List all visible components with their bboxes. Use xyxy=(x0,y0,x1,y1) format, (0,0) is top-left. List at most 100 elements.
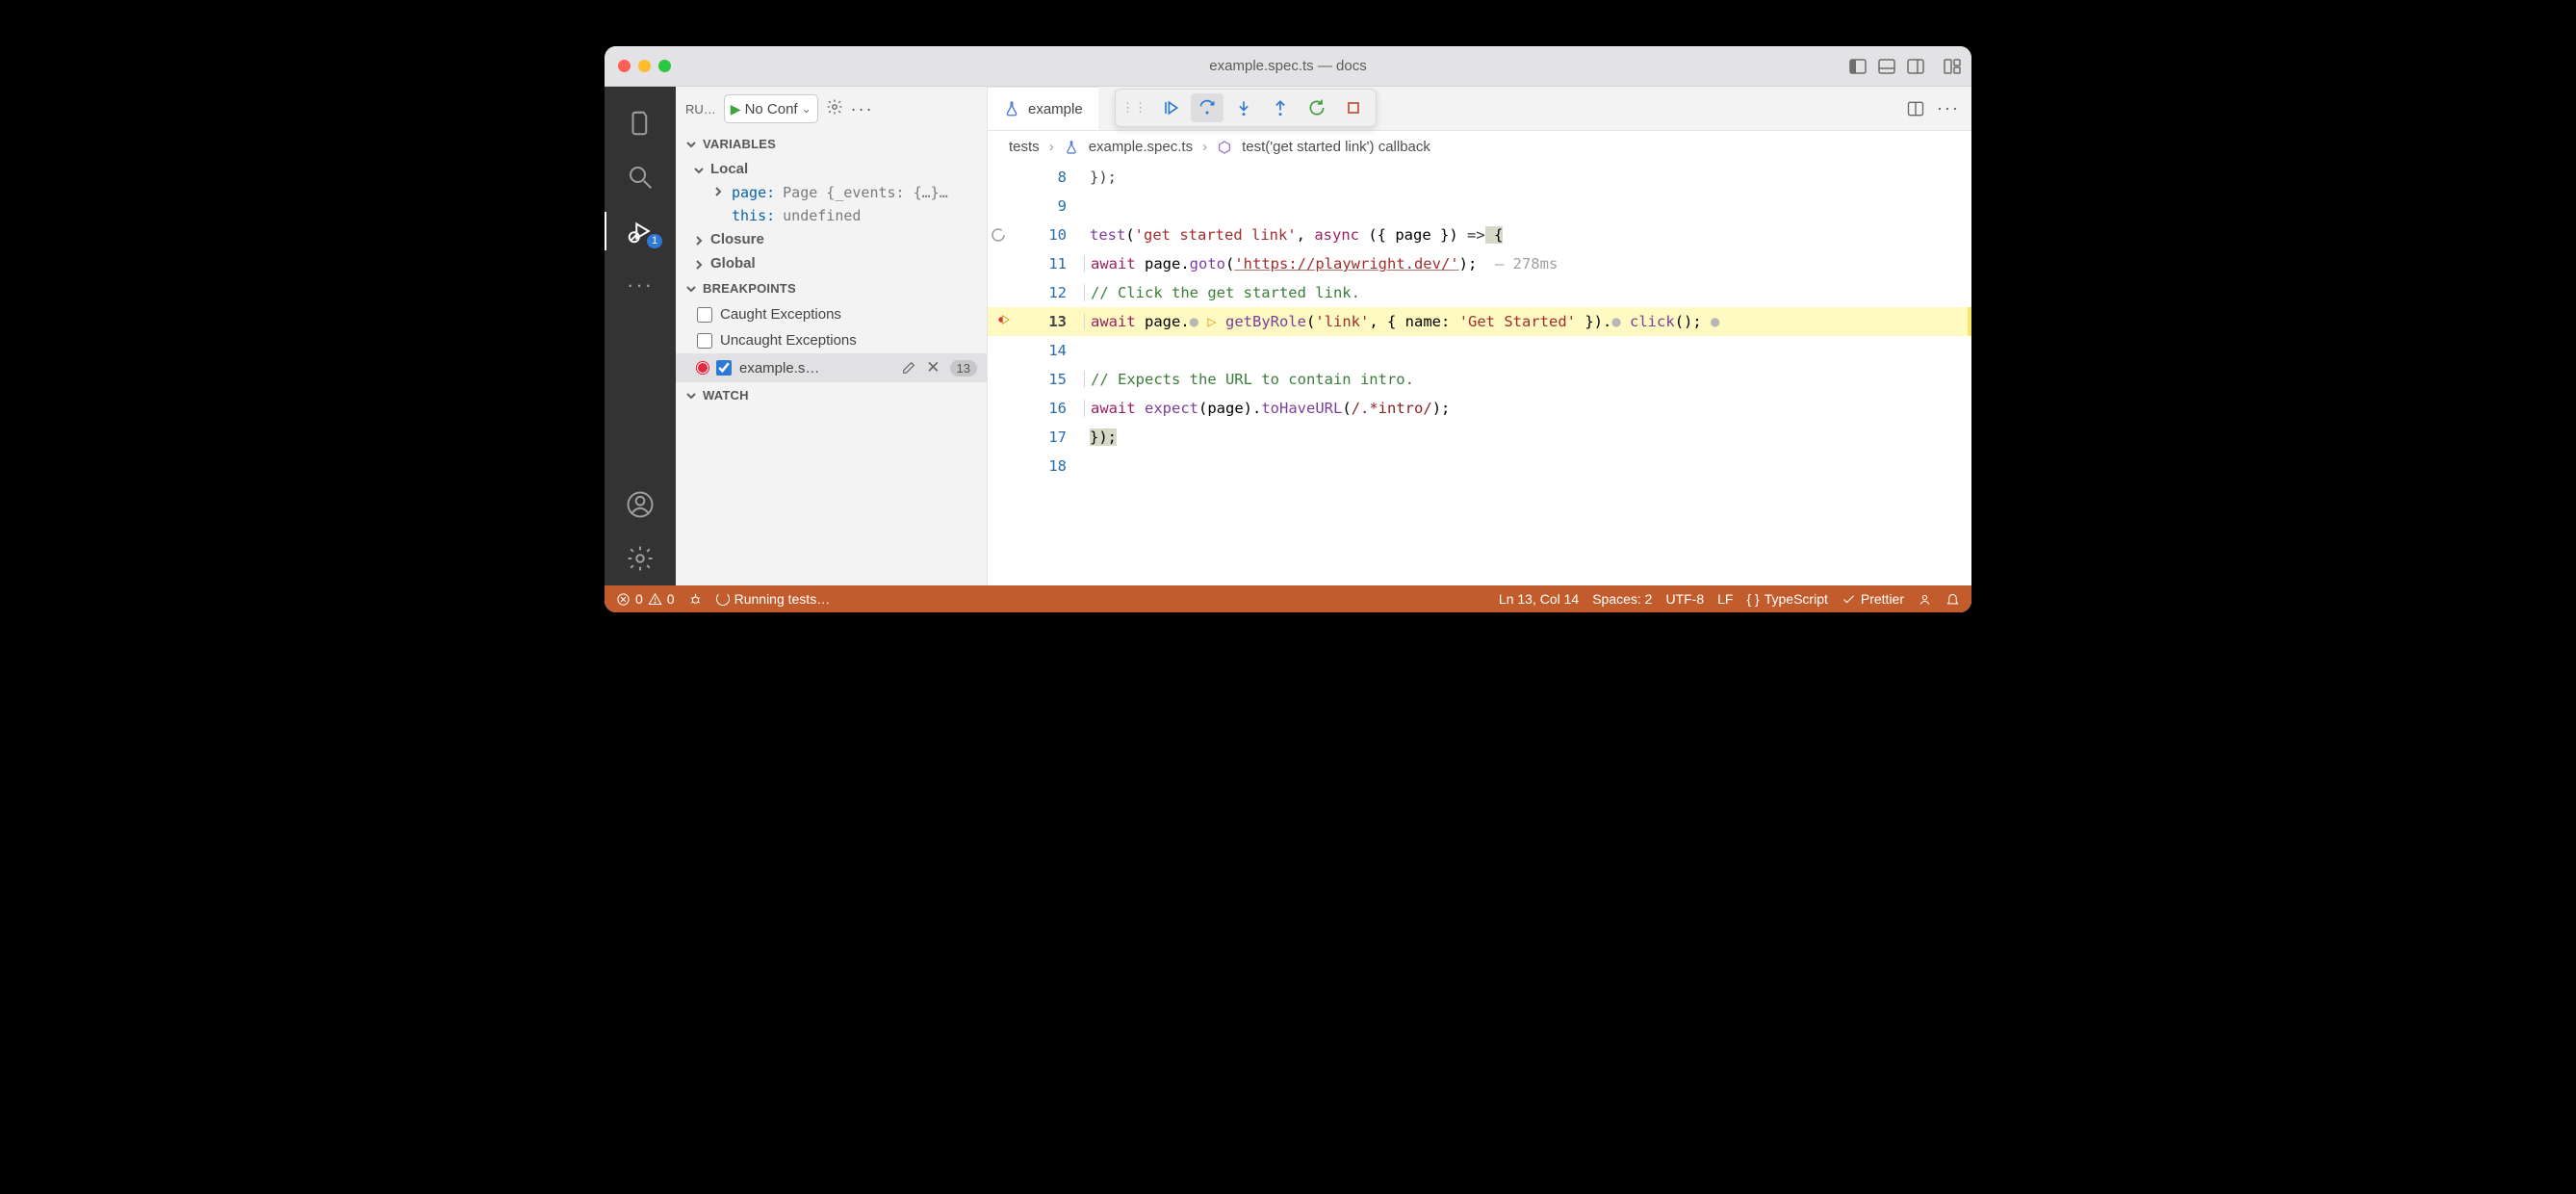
restart-button[interactable] xyxy=(1301,93,1333,122)
locator-icon: ▷ xyxy=(1207,313,1225,330)
tab-bar: example ⋮⋮ xyxy=(988,87,1971,131)
remove-breakpoint[interactable]: ✕ xyxy=(926,358,940,377)
step-out-button[interactable] xyxy=(1264,93,1297,122)
flask-icon xyxy=(1064,140,1079,155)
gear-icon[interactable] xyxy=(826,98,843,119)
breakpoints-section[interactable]: BREAKPOINTS xyxy=(676,275,987,301)
spinner-icon xyxy=(716,592,730,606)
panel-title: RU… xyxy=(685,102,716,117)
chevron-right-icon: › xyxy=(1049,139,1054,155)
chevron-down-icon xyxy=(685,283,697,295)
panel-left-icon[interactable] xyxy=(1848,58,1868,75)
customize-layout-icon[interactable] xyxy=(1943,58,1962,75)
line-number[interactable]: 12 xyxy=(1040,284,1067,301)
step-over-button[interactable] xyxy=(1191,93,1224,122)
chevron-right-icon xyxy=(693,258,705,270)
crumb-file[interactable]: example.spec.ts xyxy=(1089,139,1193,155)
variable-row-page[interactable]: page: Page {_events: {…}… xyxy=(693,181,987,204)
inline-value-dot-icon: ● xyxy=(1611,313,1630,330)
flask-icon xyxy=(1003,100,1020,117)
debug-toolbar[interactable]: ⋮⋮ xyxy=(1115,89,1377,127)
breakpoint-uncaught-exceptions[interactable]: Uncaught Exceptions xyxy=(676,327,987,353)
breakpoint-current-icon[interactable] xyxy=(997,313,1011,326)
caught-checkbox[interactable] xyxy=(697,307,712,323)
variable-row-this[interactable]: this: undefined xyxy=(693,204,987,227)
watch-section[interactable]: WATCH xyxy=(676,382,987,408)
tab-example-spec[interactable]: example xyxy=(988,87,1098,130)
grip-icon[interactable]: ⋮⋮ xyxy=(1121,100,1150,116)
breakpoint-file-row[interactable]: example.s… ✕ 13 xyxy=(676,353,987,382)
play-icon: ▶ xyxy=(731,101,741,117)
activity-account[interactable] xyxy=(605,478,676,532)
step-into-button[interactable] xyxy=(1227,93,1260,122)
status-debug[interactable] xyxy=(688,592,703,607)
line-number[interactable]: 17 xyxy=(1040,428,1067,446)
edit-icon[interactable] xyxy=(901,360,916,376)
debug-header: RU… ▶ No Conf ⌄ ··· xyxy=(676,87,987,131)
titlebar-layout-controls xyxy=(1848,58,1962,75)
line-number[interactable]: 11 xyxy=(1040,255,1067,273)
chevron-down-icon xyxy=(685,139,697,150)
local-scope[interactable]: Local xyxy=(693,157,987,181)
status-bar: 0 0 Running tests… Ln 13, Col 14 Spaces:… xyxy=(605,585,1971,612)
panel-bottom-icon[interactable] xyxy=(1877,58,1896,75)
line-number[interactable]: 16 xyxy=(1040,400,1067,417)
activity-more[interactable]: ··· xyxy=(605,258,676,312)
status-problems[interactable]: 0 0 xyxy=(616,591,675,607)
activity-search[interactable] xyxy=(605,150,676,204)
activity-settings[interactable] xyxy=(605,532,676,585)
status-language[interactable]: { } TypeScript xyxy=(1746,591,1827,607)
line-number[interactable]: 15 xyxy=(1040,371,1067,388)
line-number[interactable]: 18 xyxy=(1040,457,1067,475)
debug-config-selector[interactable]: ▶ No Conf ⌄ xyxy=(724,94,818,123)
activity-bar: 1 ··· xyxy=(605,87,676,585)
breakpoint-file-checkbox[interactable] xyxy=(716,360,732,376)
status-eol[interactable]: LF xyxy=(1717,591,1733,607)
status-running-tests[interactable]: Running tests… xyxy=(716,591,831,607)
current-execution-line: 13 await page.● ▷ getByRole('link', { na… xyxy=(988,307,1971,336)
more-actions[interactable]: ··· xyxy=(851,99,874,119)
line-number[interactable]: 13 xyxy=(1040,313,1067,330)
chevron-right-icon xyxy=(712,184,724,195)
crumb-tests[interactable]: tests xyxy=(1009,139,1040,155)
chevron-right-icon xyxy=(693,234,705,246)
closure-scope[interactable]: Closure xyxy=(693,227,987,251)
breakpoint-dot-icon xyxy=(697,362,708,374)
status-feedback[interactable] xyxy=(1918,592,1932,607)
tab-more-actions[interactable]: ··· xyxy=(1937,98,1960,118)
inline-timing: — 278ms xyxy=(1477,255,1558,273)
status-encoding[interactable]: UTF-8 xyxy=(1665,591,1704,607)
breadcrumbs[interactable]: tests › example.spec.ts › test('get star… xyxy=(988,131,1971,163)
chevron-down-icon xyxy=(693,164,705,175)
chevron-down-icon: ⌄ xyxy=(802,102,811,116)
crumb-callback[interactable]: test('get started link') callback xyxy=(1242,139,1430,155)
braces-icon: { } xyxy=(1746,591,1759,607)
global-scope[interactable]: Global xyxy=(693,251,987,275)
stop-button[interactable] xyxy=(1337,93,1370,122)
continue-button[interactable] xyxy=(1154,93,1187,122)
inline-value-dot-icon: ● xyxy=(1190,313,1208,330)
config-name: No Conf xyxy=(745,101,798,117)
line-number[interactable]: 9 xyxy=(1040,197,1067,215)
status-notifications[interactable] xyxy=(1945,592,1960,607)
status-indentation[interactable]: Spaces: 2 xyxy=(1592,591,1652,607)
status-prettier[interactable]: Prettier xyxy=(1842,591,1904,607)
line-number[interactable]: 14 xyxy=(1040,342,1067,359)
method-icon xyxy=(1217,140,1232,155)
line-number[interactable]: 10 xyxy=(1040,226,1067,244)
status-cursor-position[interactable]: Ln 13, Col 14 xyxy=(1499,591,1579,607)
activity-debug[interactable]: 1 xyxy=(605,204,676,258)
gutter-run-icon[interactable] xyxy=(990,226,1007,244)
inline-value-dot-icon: ● xyxy=(1702,313,1720,330)
split-editor-icon[interactable] xyxy=(1906,99,1925,118)
code-editor[interactable]: 8}); 9 10 test('get started link', async… xyxy=(988,163,1971,585)
activity-explorer[interactable] xyxy=(605,96,676,150)
debug-side-panel: RU… ▶ No Conf ⌄ ··· VARIABLES Local xyxy=(676,87,988,585)
line-number[interactable]: 8 xyxy=(1040,169,1067,186)
uncaught-checkbox[interactable] xyxy=(697,333,712,349)
window-title: example.spec.ts — docs xyxy=(605,58,1971,74)
panel-right-icon[interactable] xyxy=(1906,58,1925,75)
variables-section[interactable]: VARIABLES xyxy=(676,131,987,157)
titlebar: example.spec.ts — docs xyxy=(605,46,1971,87)
breakpoint-caught-exceptions[interactable]: Caught Exceptions xyxy=(676,301,987,327)
